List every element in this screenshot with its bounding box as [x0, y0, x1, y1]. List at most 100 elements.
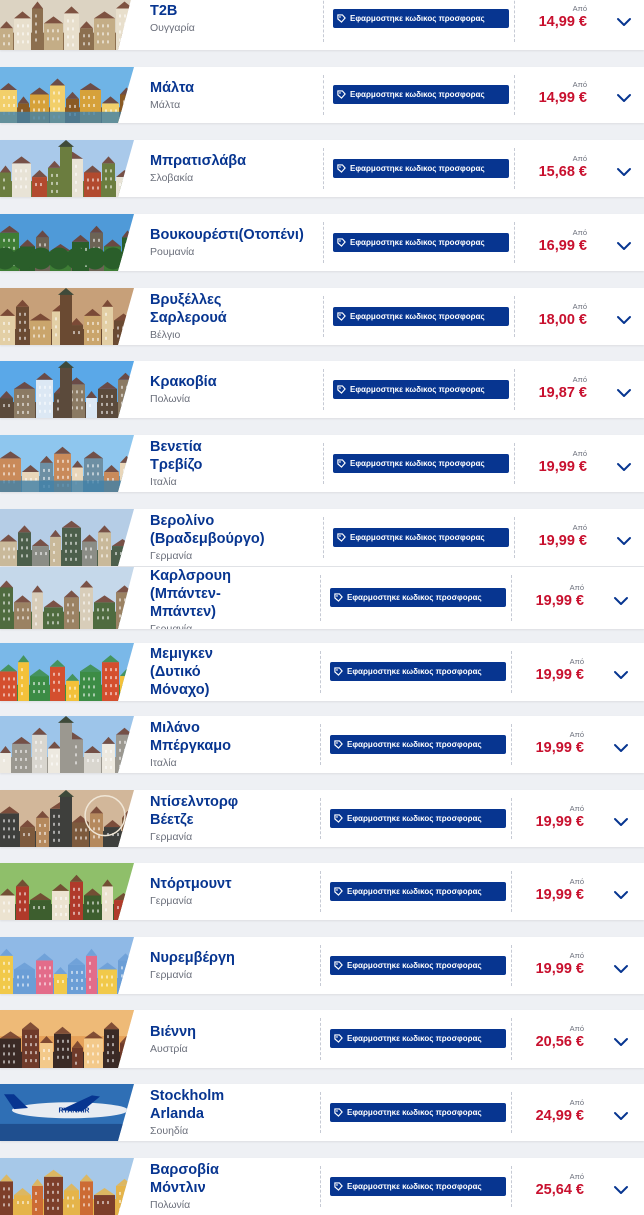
promo-code-label: Εφαρμοστηκε κωδικος προσφορας [350, 90, 485, 99]
chevron-down-icon[interactable] [613, 1108, 629, 1120]
country-name: Γερμανία [150, 623, 193, 629]
price-from-label: Από [569, 1098, 584, 1107]
destination-image [0, 643, 134, 701]
price-from-label: Από [572, 302, 587, 311]
promo-code-label: Εφαρμοστηκε κωδικος προσφορας [350, 459, 485, 468]
destination-row[interactable]: Μπρατισλάβα Σλοβακία Εφαρμοστηκε κωδικος π… [0, 140, 644, 197]
price-value: 16,99 € [538, 238, 587, 254]
city-name: Βουκουρέστι(Οτοπένι) [150, 227, 304, 243]
price-box: Από 16,99 € [527, 228, 587, 255]
destination-row[interactable]: Ντίσελντορφ Βέετζε Γερμανία Εφαρμοστηκε κω… [0, 790, 644, 847]
tag-icon [337, 312, 346, 321]
krakow-photo [0, 361, 134, 418]
tag-icon [337, 459, 346, 468]
destination-row[interactable]: Βρυξέλλες Σαρλερουά Βέλγιο Εφαρμοστηκε κωδ… [0, 288, 644, 345]
chevron-down-icon[interactable] [616, 385, 632, 397]
tag-icon [334, 667, 343, 676]
destination-row[interactable]: Ντόρτμουντ Γερμανία Εφαρμοστηκε κωδικος πρ… [0, 863, 644, 920]
destination-text: Βαρσοβία Μόντλιν Πολωνία [150, 1161, 320, 1212]
promo-code-label: Εφαρμοστηκε κωδικος προσφορας [350, 312, 485, 321]
promo-code-label: Εφαρμοστηκε κωδικος προσφορας [350, 164, 485, 173]
destination-row[interactable]: Νυρεμβέργη Γερμανία Εφαρμοστηκε κωδικος πρ… [0, 937, 644, 994]
chevron-down-icon[interactable] [613, 667, 629, 679]
divider [320, 651, 321, 693]
destination-text: Μπρατισλάβα Σλοβακία [150, 152, 320, 185]
divider [514, 148, 515, 189]
destination-info: Βιέννη Αυστρία [150, 1010, 320, 1068]
destination-row[interactable]: Κρακοβία Πολωνία Εφαρμοστηκε κωδικος προσφ… [0, 361, 644, 418]
tag-icon [334, 1034, 343, 1043]
destination-row[interactable]: Βουδαπέστη T2B Ουγγαρία Εφαρμοστηκε κωδικο… [0, 0, 644, 50]
chevron-down-icon[interactable] [616, 238, 632, 250]
price-value: 24,99 € [535, 1108, 584, 1124]
divider [511, 1092, 512, 1133]
promo-code-badge: Εφαρμοστηκε κωδικος προσφορας [333, 85, 509, 104]
destination-info: Ντόρτμουντ Γερμανία [150, 863, 320, 920]
destination-info: Μιλάνο Μπέργκαμο Ιταλία [150, 716, 320, 773]
promo-code-badge: Εφαρμοστηκε κωδικος προσφορας [330, 956, 506, 975]
chevron-down-icon[interactable] [613, 1034, 629, 1046]
divider [320, 798, 321, 839]
price-value: 14,99 € [538, 90, 587, 106]
destination-row[interactable]: Βιέννη Αυστρία Εφαρμοστηκε κωδικος προσφορ… [0, 1010, 644, 1068]
chevron-down-icon[interactable] [616, 533, 632, 545]
destination-text: Μεμιγκεν (Δυτικό Μόναχο) Γερμανία [150, 645, 320, 701]
destination-row[interactable]: Μεμιγκεν (Δυτικό Μόναχο) Γερμανία Εφαρμοστ… [0, 643, 644, 701]
destination-info: Νυρεμβέργη Γερμανία [150, 937, 320, 994]
chevron-down-icon[interactable] [613, 740, 629, 752]
destination-text: Βουδαπέστη T2B Ουγγαρία [150, 0, 320, 35]
price-value: 19,99 € [535, 593, 584, 609]
destination-row[interactable]: Βουκουρέστι(Οτοπένι) Ρουμανία Εφαρμοστηκε … [0, 214, 644, 271]
chevron-down-icon[interactable] [613, 1182, 629, 1194]
promo-code-badge: Εφαρμοστηκε κωδικος προσφορας [330, 1103, 506, 1122]
destination-image [0, 1010, 134, 1068]
chevron-down-icon[interactable] [616, 14, 632, 26]
promo-code-badge: Εφαρμοστηκε κωδικος προσφορας [330, 735, 506, 754]
destination-row[interactable]: RYANAIR Stockholm Arlanda Σουηδία Εφαρμοστη… [0, 1084, 644, 1141]
chevron-down-icon[interactable] [613, 814, 629, 826]
destination-row[interactable]: Βαρσοβία Μόντλιν Πολωνία Εφαρμοστηκε κωδικ… [0, 1158, 644, 1215]
bucharest-photo [0, 214, 134, 271]
destination-row[interactable]: Μιλάνο Μπέργκαμο Ιταλία Εφαρμοστηκε κωδικο… [0, 716, 644, 773]
divider [320, 1092, 321, 1133]
chevron-down-icon[interactable] [613, 961, 629, 973]
country-name: Γερμανία [150, 969, 193, 981]
destination-row[interactable]: Καρλσρουη (Μπάντεν- Μπάντεν) Γερμανία Εφαρ… [0, 567, 644, 629]
destination-row[interactable]: Μάλτα Μάλτα Εφαρμοστηκε κωδικος προσφορας Α… [0, 67, 644, 123]
chevron-down-icon[interactable] [616, 312, 632, 324]
destination-row[interactable]: Βερολίνο (Βραδεμβούργο) Γερμανία Εφαρμοστη… [0, 509, 644, 566]
price-value: 19,99 € [535, 961, 584, 977]
destination-image [0, 361, 134, 418]
price-box: Από 14,99 € [527, 4, 587, 31]
price-box: Από 19,99 € [527, 449, 587, 476]
price-from-label: Από [569, 1172, 584, 1181]
chevron-down-icon[interactable] [616, 90, 632, 102]
price-value: 25,64 € [535, 1182, 584, 1198]
promo-code-badge: Εφαρμοστηκε κωδικος προσφορας [330, 1177, 506, 1196]
price-box: Από 25,64 € [524, 1172, 584, 1199]
promo-code-badge: Εφαρμοστηκε κωδικος προσφορας [333, 528, 509, 547]
price-from-label: Από [569, 877, 584, 886]
price-value: 14,99 € [538, 14, 587, 30]
city-name: Μπρατισλάβα [150, 153, 247, 169]
chevron-down-icon[interactable] [616, 164, 632, 176]
price-from-label: Από [572, 154, 587, 163]
chevron-down-icon[interactable] [613, 593, 629, 605]
price-box: Από 18,00 € [527, 302, 587, 329]
city-name: Βρυξέλλες Σαρλερουά [150, 292, 227, 326]
price-value: 18,00 € [538, 312, 587, 328]
divider [511, 798, 512, 839]
chevron-down-icon[interactable] [613, 887, 629, 899]
berlin-photo [0, 509, 134, 566]
destination-row[interactable]: Βενετία Τρεβίζο Ιταλία Εφαρμοστηκε κωδικος… [0, 435, 644, 492]
destination-image [0, 288, 134, 345]
divider [514, 222, 515, 263]
divider [323, 222, 324, 263]
price-value: 19,99 € [538, 533, 587, 549]
promo-code-label: Εφαρμοστηκε κωδικος προσφορας [347, 814, 482, 823]
tag-icon [337, 385, 346, 394]
chevron-down-icon[interactable] [616, 459, 632, 471]
divider [323, 148, 324, 189]
promo-code-badge: Εφαρμοστηκε κωδικος προσφορας [333, 307, 509, 326]
country-name: Γερμανία [150, 550, 193, 562]
